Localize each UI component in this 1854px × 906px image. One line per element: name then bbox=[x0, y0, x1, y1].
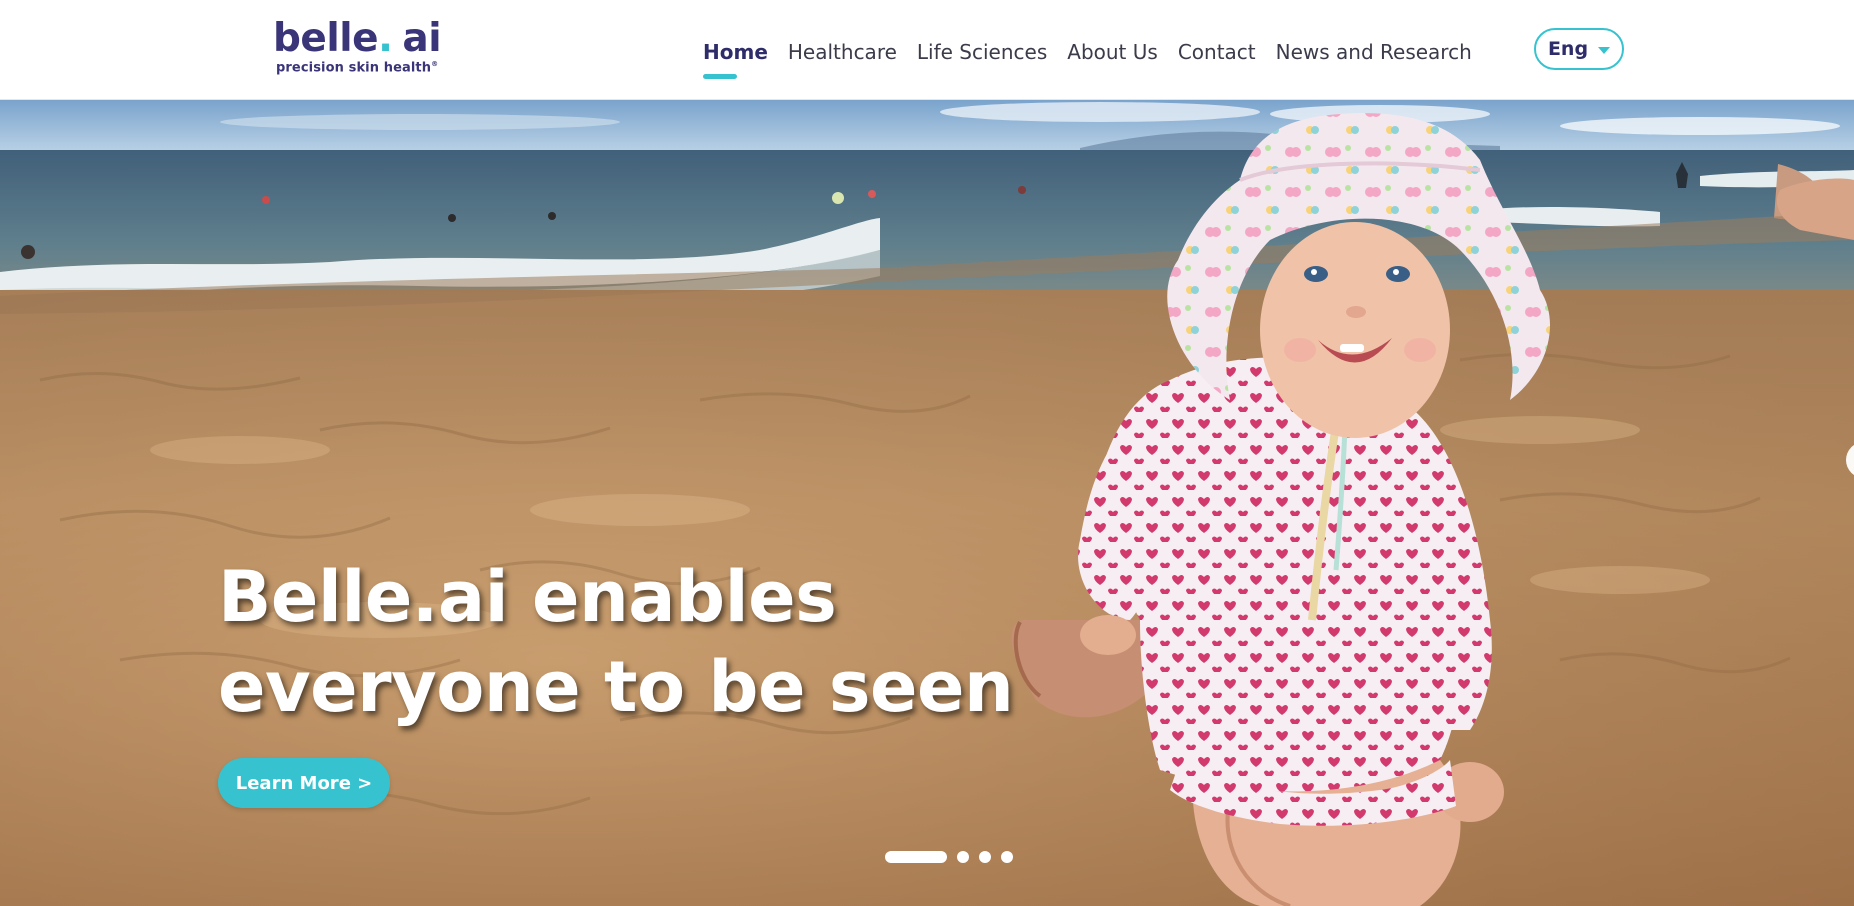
hero-headline-line-1: Belle.ai enables bbox=[218, 556, 837, 638]
carousel-indicators bbox=[885, 850, 1023, 864]
nav-item-life-sciences[interactable]: Life Sciences bbox=[917, 28, 1047, 76]
registered-mark: ® bbox=[431, 60, 439, 68]
nav-item-contact[interactable]: Contact bbox=[1178, 28, 1256, 76]
logo-wordmark: belle. ai bbox=[273, 16, 443, 61]
nav-item-about-us[interactable]: About Us bbox=[1067, 28, 1158, 76]
carousel-dot-3[interactable] bbox=[979, 851, 991, 863]
brand-logo[interactable]: belle. ai precision skin health® bbox=[273, 16, 443, 82]
carousel-dot-2[interactable] bbox=[957, 851, 969, 863]
language-selector[interactable]: Eng bbox=[1534, 28, 1624, 70]
hero-headline: Belle.ai enables everyone to be seen bbox=[218, 552, 1118, 732]
carousel-dot-1[interactable] bbox=[885, 851, 947, 863]
learn-more-button[interactable]: Learn More > bbox=[218, 758, 390, 808]
chevron-down-icon bbox=[1598, 46, 1611, 54]
nav-item-news-and-research[interactable]: News and Research bbox=[1276, 28, 1472, 76]
logo-tagline: precision skin health® bbox=[273, 60, 443, 75]
hero-carousel: Belle.ai enables everyone to be seen Lea… bbox=[0, 100, 1854, 906]
nav-item-home[interactable]: Home bbox=[703, 28, 768, 79]
site-header: belle. ai precision skin health® Home Hea… bbox=[0, 0, 1854, 100]
logo-wordmark-part: belle bbox=[273, 16, 379, 61]
carousel-dot-4[interactable] bbox=[1001, 851, 1013, 863]
main-nav: Home Healthcare Life Sciences About Us C… bbox=[703, 28, 1492, 79]
logo-wordmark-part: ai bbox=[402, 16, 442, 61]
logo-wordmark-dot: . bbox=[378, 16, 393, 61]
logo-tagline-text: precision skin health bbox=[276, 60, 432, 76]
nav-item-healthcare[interactable]: Healthcare bbox=[788, 28, 897, 76]
language-selected-label: Eng bbox=[1547, 38, 1589, 60]
hero-headline-line-2: everyone to be seen bbox=[218, 646, 1014, 728]
